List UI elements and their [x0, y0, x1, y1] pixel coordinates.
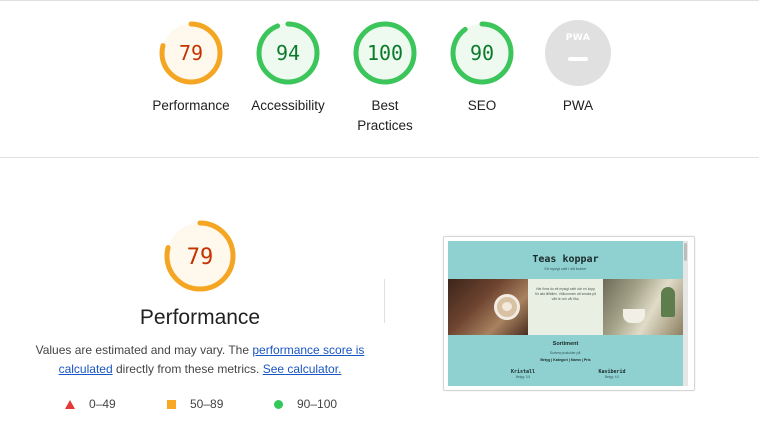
gauge-pwa[interactable]: PWA PWA: [523, 20, 633, 116]
legend-item-average: 50–89: [167, 397, 223, 411]
legend-item-pass: 90–100: [274, 397, 337, 411]
triangle-icon: [65, 399, 75, 409]
performance-description: Values are estimated and may vary. The p…: [30, 341, 370, 379]
shot-site-title: Teas koppar: [532, 254, 599, 265]
gauge-accessibility[interactable]: 94 Accessibility: [233, 20, 343, 116]
plant-icon: [661, 287, 675, 317]
gauge-accessibility-ring: 94: [256, 21, 320, 85]
performance-title: Performance: [139, 306, 261, 329]
shot-section-title: Sortiment: [552, 341, 579, 347]
legend-range: 0–49: [89, 397, 116, 411]
intro-box: Här finns du ett mysigt café och en kopp…: [528, 279, 603, 335]
shot-product: Kristall Betyg: 3.5: [493, 369, 553, 379]
legend-range: 90–100: [297, 397, 338, 411]
vertical-separator: [384, 279, 385, 323]
pwa-badge-text: PWA: [565, 33, 591, 43]
shot-scrollbar: [683, 241, 688, 386]
see-calculator-link[interactable]: See calculator.: [263, 362, 342, 376]
gauge-seo-label: SEO: [467, 98, 497, 113]
performance-gauge: 79: [164, 220, 236, 292]
performance-score: 79: [187, 245, 214, 270]
shot-hero-band: Här finns du ett mysigt café och en kopp…: [448, 279, 683, 335]
shot-scroll-thumb: [684, 243, 687, 261]
top-border: [0, 0, 759, 1]
shot-product: Kaviberid Betyg: 4.0: [582, 369, 642, 379]
gauge-best-practices-ring: 100: [353, 21, 417, 85]
gauge-pwa-label: PWA: [562, 98, 594, 113]
legend-item-fail: 0–49: [65, 397, 116, 411]
gauge-seo[interactable]: 90 SEO: [427, 20, 537, 116]
shot-section-small: Sortera produkter på:: [549, 351, 582, 355]
shot-intro-text: Här finns du ett mysigt café och en kopp…: [535, 287, 596, 301]
square-icon: [167, 399, 176, 409]
shot-subtitle: Ett mysigt café i ditt kvarter: [544, 267, 587, 271]
cafe-photo: [603, 279, 683, 335]
category-gauges: 79 Performance 94 Accessibility 100 Best…: [0, 20, 759, 150]
final-screenshot[interactable]: Teas koppar Ett mysigt café i ditt kvart…: [443, 236, 695, 391]
gauge-performance-label: Performance: [152, 98, 230, 113]
legend-range: 50–89: [190, 397, 224, 411]
desc-prefix: Values are estimated and may vary. The: [35, 343, 253, 357]
gauge-accessibility-score: 94: [276, 41, 300, 65]
gauge-performance-score: 79: [179, 41, 203, 65]
shot-product-rating: Betyg: 3.5: [515, 375, 531, 379]
circle-icon: [274, 399, 283, 409]
gauge-best-practices-score: 100: [367, 41, 403, 65]
gauge-seo-score: 90: [470, 41, 494, 65]
score-legend: 0–49 50–89 90–100: [0, 397, 400, 417]
gauge-performance[interactable]: 79 Performance: [136, 20, 246, 116]
gauge-best-practices[interactable]: 100 Best Practices: [330, 20, 440, 136]
pwa-dash-icon: [568, 57, 588, 61]
latte-art-icon: [494, 294, 520, 320]
gauge-accessibility-label: Accessibility: [251, 98, 325, 113]
gauge-performance-ring: 79: [159, 21, 223, 85]
desc-middle: directly from these metrics.: [112, 362, 263, 376]
coffee-photo: [448, 279, 528, 335]
gauge-best-practices-label: Best Practices: [357, 98, 413, 133]
gauge-seo-ring: 90: [450, 21, 514, 85]
cup-icon: [623, 309, 645, 323]
shot-sort-nav: Betyg | Kategori | Namn | Pris: [540, 358, 591, 362]
screenshot-preview: Teas koppar Ett mysigt café i ditt kvart…: [448, 241, 688, 386]
shot-product-rating: Betyg: 4.0: [604, 375, 620, 379]
section-divider: [0, 157, 759, 158]
pwa-badge-icon: PWA: [545, 20, 611, 86]
